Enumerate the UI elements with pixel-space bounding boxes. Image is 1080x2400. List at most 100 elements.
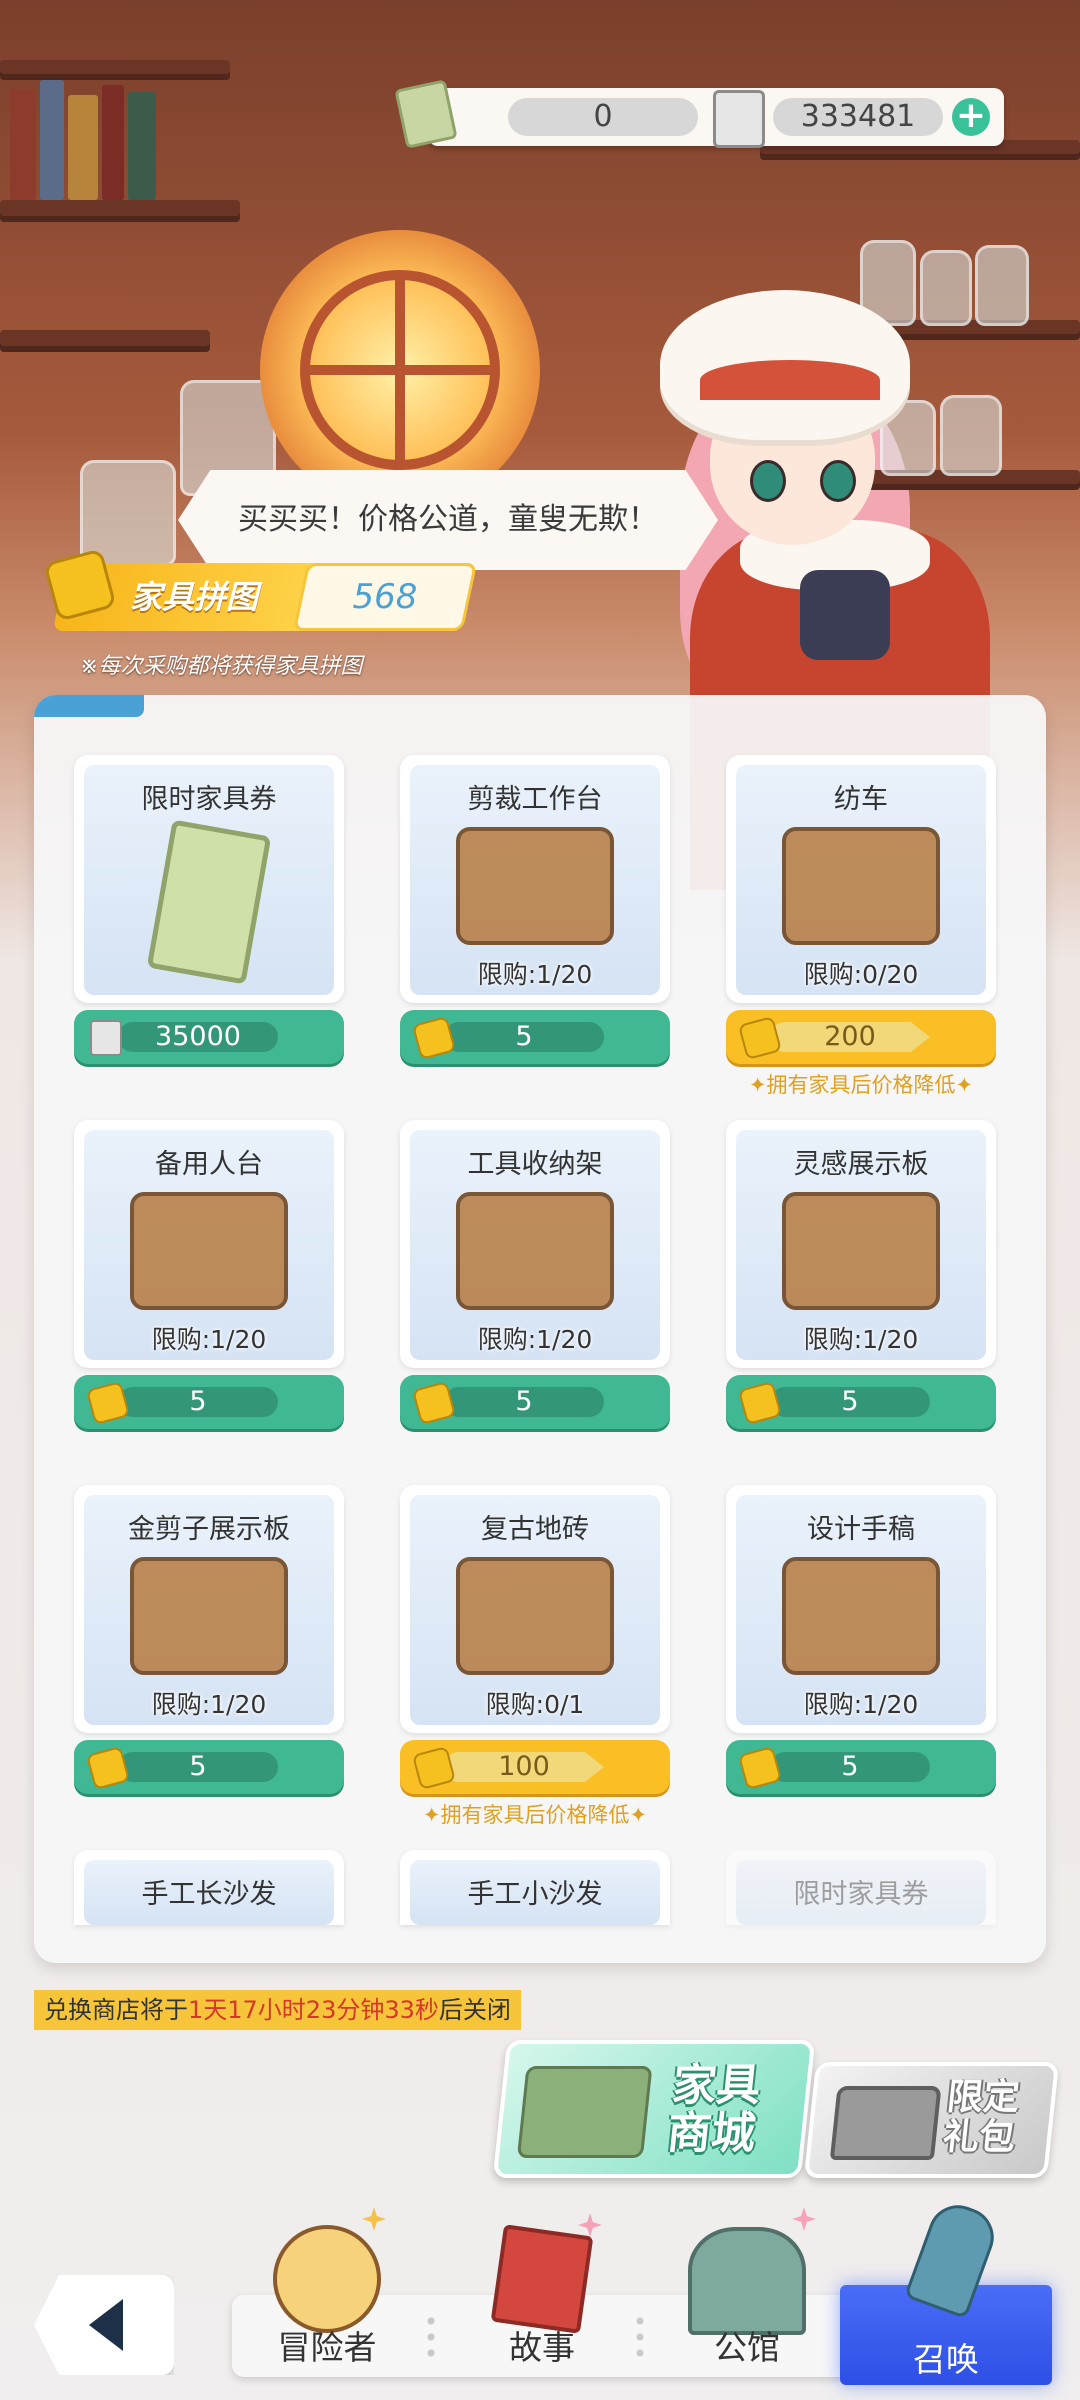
item-name: 工具收纳架	[467, 1149, 603, 1180]
item-frame: 备用人台限购:1/20	[74, 1120, 344, 1368]
summon-wand-icon	[903, 2196, 1003, 2320]
item-price: 5	[515, 1386, 533, 1417]
treasure-chest-icon	[829, 2086, 942, 2160]
currency-bar: 0 333481 +	[394, 79, 1004, 149]
furniture-item-art	[782, 1192, 940, 1310]
buy-button[interactable]: 100	[400, 1740, 670, 1794]
item-name: 灵感展示板	[793, 1149, 929, 1180]
item-price: 5	[189, 1386, 207, 1417]
discount-note: ✦拥有家具后价格降低✦	[422, 1803, 648, 1827]
item-frame: 手工长沙发	[74, 1850, 344, 1925]
furniture-shop-label: 家具商城	[664, 2060, 764, 2159]
discount-note: ✦拥有家具后价格降低✦	[748, 1073, 974, 1097]
adventurer-avatar-icon	[273, 2225, 381, 2333]
add-coins-button[interactable]: +	[952, 98, 990, 136]
furniture-ticket-icon	[394, 79, 458, 149]
item-name: 手工小沙发	[467, 1879, 603, 1910]
item-frame: 灵感展示板限购:1/20	[726, 1120, 996, 1368]
buy-button[interactable]: 5	[726, 1740, 996, 1794]
nav-guild[interactable]: 公馆	[652, 2207, 842, 2377]
item-purchase-limit: 限购:0/20	[803, 960, 919, 989]
item-image-area: 设计手稿限购:1/20	[736, 1495, 986, 1725]
item-name: 剪裁工作台	[467, 784, 603, 815]
item-name: 金剪子展示板	[128, 1514, 290, 1545]
furniture-item-art	[456, 1192, 614, 1310]
item-price: 5	[841, 1386, 859, 1417]
item-price: 5	[841, 1751, 859, 1782]
item-frame: 限时家具券	[726, 1850, 996, 1925]
nav-story-label: 故事	[509, 2328, 575, 2367]
nav-summon[interactable]: 召唤	[840, 2196, 1052, 2385]
item-frame: 工具收纳架 限购:1/20	[400, 1120, 670, 1368]
limited-gift-button[interactable]: 限定礼包	[803, 2062, 1060, 2178]
shop-panel: 限时家具券 35000 剪裁工作台限购:1/20 5 纺车限购:0/20 200 ✦拥有家具…	[34, 695, 1046, 1963]
puzzle-note: ※每次采购都将获得家具拼图	[80, 654, 363, 679]
furniture-item-art	[782, 1557, 940, 1675]
back-button[interactable]	[34, 2275, 174, 2375]
item-image-area: 手工长沙发	[84, 1860, 334, 1925]
furniture-item-art	[130, 1192, 288, 1310]
item-price: 35000	[155, 1021, 241, 1052]
item-price: 5	[515, 1021, 533, 1052]
furniture-ticket-art	[146, 819, 272, 985]
item-image-area: 剪裁工作台限购:1/20	[410, 765, 660, 995]
buy-button[interactable]: 5	[400, 1375, 670, 1429]
item-image-area: 限时家具券	[84, 765, 334, 995]
item-name: 复古地砖	[481, 1514, 589, 1545]
panel-tab-indicator	[34, 695, 144, 717]
item-name: 备用人台	[155, 1149, 263, 1180]
timer-suffix: 后关闭	[438, 1996, 511, 2024]
coin-card-icon	[713, 90, 765, 148]
item-image-area: 纺车限购:0/20	[736, 765, 986, 995]
item-name: 限时家具券	[141, 784, 277, 815]
item-purchase-limit: 限购:1/20	[803, 1690, 919, 1719]
ticket-count: 0	[508, 98, 698, 136]
buy-button[interactable]: 200	[726, 1010, 996, 1064]
item-image-area: 复古地砖限购:0/1	[410, 1495, 660, 1725]
coin-count: 333481	[773, 98, 943, 136]
item-image-area: 工具收纳架 限购:1/20	[410, 1130, 660, 1360]
item-frame: 复古地砖限购:0/1	[400, 1485, 670, 1733]
furniture-shop-button[interactable]: 家具商城	[492, 2040, 816, 2178]
item-frame: 金剪子展示板 限购:1/20	[74, 1485, 344, 1733]
puzzle-count: 568	[352, 577, 418, 617]
nav-summon-label: 召唤	[913, 2340, 979, 2379]
item-purchase-limit: 限购:0/1	[485, 1690, 585, 1719]
limited-gift-label: 限定礼包	[940, 2077, 1022, 2158]
timer-countdown: 1天17小时23分钟33秒	[188, 1996, 439, 2024]
puzzle-counter: 家具拼图 568	[43, 548, 478, 640]
item-frame: 手工小沙发	[400, 1850, 670, 1925]
item-frame: 纺车限购:0/20	[726, 755, 996, 1003]
nav-adventurer[interactable]: 冒险者	[232, 2207, 422, 2377]
item-price: 5	[189, 1751, 207, 1782]
furniture-item-art	[456, 827, 614, 945]
plus-icon: +	[955, 95, 987, 136]
storybook-icon	[490, 2224, 594, 2334]
furniture-bed-icon	[516, 2066, 653, 2158]
buy-button[interactable]: 5	[726, 1375, 996, 1429]
item-image-area: 金剪子展示板 限购:1/20	[84, 1495, 334, 1725]
item-name: 手工长沙发	[141, 1879, 277, 1910]
item-name: 限时家具券	[793, 1879, 929, 1910]
back-arrow-icon	[89, 2299, 123, 2351]
furniture-item-art	[130, 1557, 288, 1675]
guild-house-icon	[688, 2227, 806, 2335]
item-purchase-limit: 限购:1/20	[151, 1325, 267, 1354]
buy-button[interactable]: 5	[74, 1740, 344, 1794]
item-name: 纺车	[834, 784, 888, 815]
item-price: 200	[824, 1021, 876, 1052]
item-image-area: 限时家具券	[736, 1860, 986, 1925]
item-frame: 剪裁工作台限购:1/20	[400, 755, 670, 1003]
buy-button[interactable]: 5	[400, 1010, 670, 1064]
buy-button[interactable]: 35000	[74, 1010, 344, 1064]
furniture-item-art	[782, 827, 940, 945]
item-purchase-limit: 限购:1/20	[477, 960, 593, 989]
item-image-area: 灵感展示板限购:1/20	[736, 1130, 986, 1360]
furniture-item-art	[456, 1557, 614, 1675]
item-name: 设计手稿	[807, 1514, 915, 1545]
item-purchase-limit: 限购:1/20	[803, 1325, 919, 1354]
nav-story[interactable]: 故事	[442, 2213, 642, 2377]
item-image-area: 备用人台限购:1/20	[84, 1130, 334, 1360]
nav-adventurer-label: 冒险者	[277, 2328, 377, 2367]
buy-button[interactable]: 5	[74, 1375, 344, 1429]
